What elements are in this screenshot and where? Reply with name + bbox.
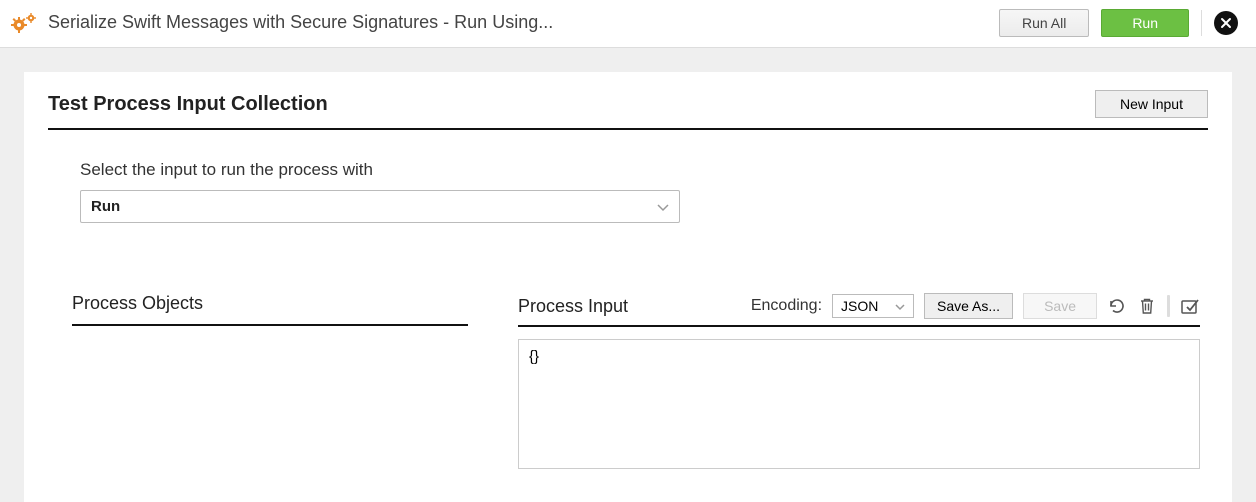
page-title: Serialize Swift Messages with Secure Sig… bbox=[48, 12, 553, 33]
undo-icon[interactable] bbox=[1107, 296, 1127, 316]
run-all-button[interactable]: Run All bbox=[999, 9, 1089, 37]
divider bbox=[1167, 295, 1170, 317]
validate-icon[interactable] bbox=[1180, 296, 1200, 316]
chevron-down-icon bbox=[657, 199, 669, 215]
chevron-down-icon bbox=[895, 298, 905, 314]
encoding-value: JSON bbox=[841, 298, 878, 314]
trash-icon[interactable] bbox=[1137, 296, 1157, 316]
process-input-title: Process Input bbox=[518, 296, 628, 317]
gears-icon bbox=[10, 12, 36, 34]
save-as-button[interactable]: Save As... bbox=[924, 293, 1013, 319]
save-button: Save bbox=[1023, 293, 1097, 319]
select-input-label: Select the input to run the process with bbox=[80, 160, 1208, 180]
close-button[interactable] bbox=[1214, 11, 1238, 35]
input-select-value: Run bbox=[91, 198, 120, 215]
run-button[interactable]: Run bbox=[1101, 9, 1189, 37]
panel-title: Test Process Input Collection bbox=[48, 93, 328, 116]
encoding-select[interactable]: JSON bbox=[832, 294, 914, 318]
new-input-button[interactable]: New Input bbox=[1095, 90, 1208, 118]
process-objects-title: Process Objects bbox=[72, 293, 468, 326]
process-input-body[interactable] bbox=[518, 339, 1200, 469]
encoding-label: Encoding: bbox=[751, 297, 822, 315]
input-select[interactable]: Run bbox=[80, 190, 680, 223]
divider bbox=[1201, 10, 1202, 36]
